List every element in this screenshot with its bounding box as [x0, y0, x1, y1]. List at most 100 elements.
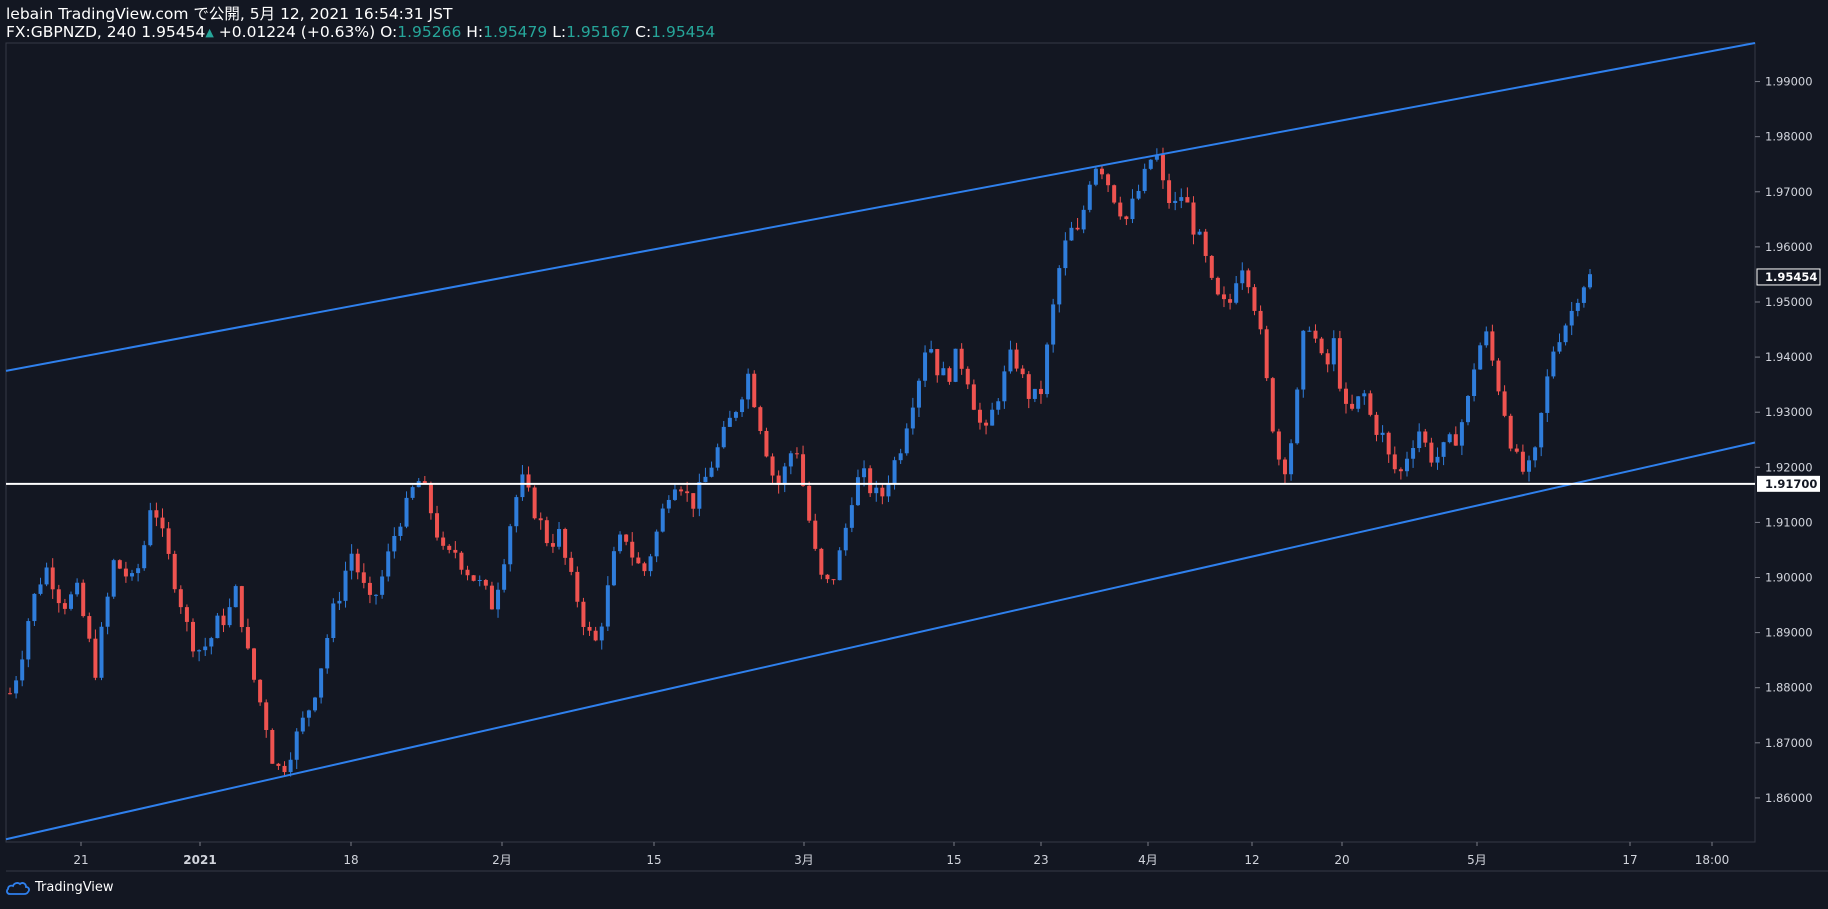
- candle-body: [648, 556, 653, 572]
- candle-body: [557, 529, 562, 547]
- candle-body: [691, 493, 696, 509]
- candle-body: [1081, 209, 1086, 230]
- candle-body: [1051, 304, 1056, 345]
- candle-body: [1514, 448, 1519, 452]
- candle-body: [1526, 460, 1531, 472]
- candle-body: [343, 570, 348, 601]
- candle-body: [325, 638, 330, 669]
- candle-body: [1551, 351, 1556, 377]
- candle-body: [721, 426, 726, 448]
- candle-body: [1337, 338, 1342, 389]
- candle-body: [26, 621, 31, 660]
- candle-body: [1417, 431, 1422, 449]
- candle-body: [294, 731, 299, 760]
- y-tick-label: 1.87000: [1765, 736, 1813, 750]
- candle-body: [880, 487, 885, 497]
- time-axis[interactable]: 21 2021 18 2月 15 3月 15 23 4月 12 20 5月 17 18:00: [73, 842, 1729, 867]
- candle-body: [148, 510, 153, 546]
- candle-body: [32, 593, 37, 622]
- candle-body: [1014, 349, 1019, 369]
- candle-body: [1435, 456, 1440, 463]
- candle-body: [1179, 197, 1184, 201]
- candle-body: [923, 352, 928, 381]
- candle-body: [1289, 443, 1294, 475]
- candle-body: [984, 422, 989, 426]
- candle-body: [624, 534, 629, 542]
- x-tick-label: 3月: [794, 853, 814, 867]
- candle-body: [1343, 388, 1348, 404]
- candle-body: [1575, 302, 1580, 311]
- candle-body: [660, 508, 665, 532]
- candle-body: [697, 482, 702, 509]
- candle-body: [1490, 331, 1495, 361]
- candle-body: [520, 474, 525, 498]
- candle-body: [575, 571, 580, 602]
- candle-body: [953, 348, 958, 382]
- candle-body: [300, 717, 305, 732]
- candle-body: [672, 489, 677, 500]
- candle-body: [331, 603, 336, 639]
- price-axis[interactable]: 1.99000 1.98000 1.97000 1.96000 1.95000 1.940…: [1755, 75, 1821, 805]
- candle-body: [404, 497, 409, 527]
- candle-body: [276, 763, 281, 766]
- candle-body: [1228, 299, 1233, 303]
- candle-body: [855, 477, 860, 506]
- candle-body: [105, 596, 110, 627]
- candle-body: [1252, 287, 1257, 311]
- candle-body: [862, 468, 867, 478]
- candle-body: [843, 527, 848, 551]
- x-tick-label: 20: [1334, 853, 1349, 867]
- candle-body: [447, 545, 452, 550]
- y-tick-label: 1.96000: [1765, 240, 1813, 254]
- tradingview-label: TradingView: [35, 880, 114, 895]
- candle-body: [1404, 458, 1409, 472]
- candle-body: [154, 510, 159, 518]
- candle-body: [1539, 412, 1544, 448]
- candle-body: [288, 759, 293, 773]
- candle-body: [502, 564, 507, 590]
- candle-body: [1325, 353, 1330, 365]
- candle-body: [611, 551, 616, 586]
- candle-body: [1350, 403, 1355, 409]
- x-tick-label: 5月: [1467, 853, 1487, 867]
- candle-body: [679, 489, 684, 492]
- candle-body: [361, 572, 366, 583]
- candle-body: [14, 680, 19, 694]
- candle-body: [160, 517, 165, 529]
- candle-body: [764, 430, 769, 457]
- x-tick-label: 15: [946, 853, 961, 867]
- candle-body: [1032, 388, 1037, 399]
- candle-body: [801, 454, 806, 486]
- candle-body: [794, 453, 799, 455]
- candle-body: [1124, 216, 1129, 220]
- candle-body: [252, 648, 257, 680]
- candle-body: [1045, 344, 1050, 395]
- price-chart[interactable]: 1.99000 1.98000 1.97000 1.96000 1.95000 1.940…: [0, 0, 1828, 909]
- candle-body: [453, 549, 458, 553]
- candle-body: [1197, 231, 1202, 235]
- candle-body: [1191, 202, 1196, 235]
- candle-body: [1362, 393, 1367, 397]
- y-tick-label: 1.94000: [1765, 350, 1813, 364]
- x-tick-label: 21: [73, 853, 88, 867]
- candle-body: [996, 401, 1001, 410]
- candle-body: [1380, 432, 1385, 435]
- candle-body: [349, 553, 354, 571]
- candle-body: [642, 563, 647, 572]
- candle-body: [264, 702, 269, 730]
- candle-body: [1368, 393, 1373, 415]
- candle-body: [892, 460, 897, 484]
- candle-body: [1484, 331, 1489, 346]
- candle-body: [1392, 454, 1397, 470]
- candle-body: [1453, 434, 1458, 446]
- candle-body: [441, 537, 446, 546]
- candle-body: [178, 589, 183, 608]
- candle-body: [1472, 369, 1477, 396]
- candle-body: [1441, 442, 1446, 457]
- candle-body: [825, 574, 830, 580]
- candle-body: [977, 409, 982, 423]
- candle-body: [630, 541, 635, 558]
- candle-body: [874, 487, 879, 494]
- candle-body: [935, 349, 940, 376]
- candle-body: [313, 697, 318, 711]
